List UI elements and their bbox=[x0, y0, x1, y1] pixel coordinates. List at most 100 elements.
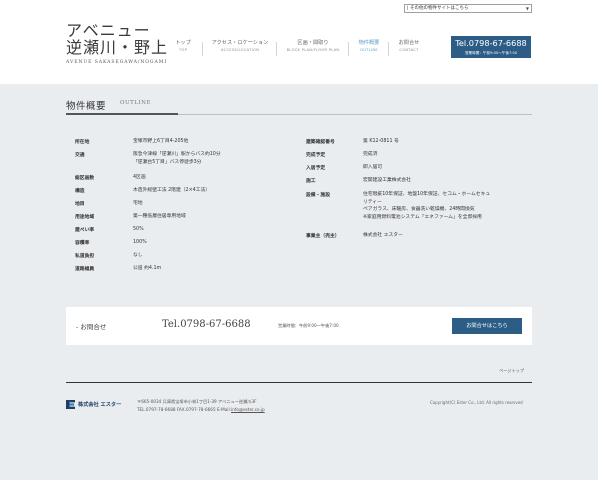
logo-subtitle: AVENUE SAKASEGAWA/NOGAMI bbox=[66, 60, 168, 65]
spec-label: 建築確認番号 bbox=[306, 140, 335, 145]
contact-button[interactable]: お問合せはこちら bbox=[452, 318, 522, 334]
site-header: アベニュー 逆瀬川・野上 AVENUE SAKASEGAWA/NOGAMI | … bbox=[0, 0, 598, 84]
spec-value-line: 「逆瀬台5丁目」バス停徒歩3分 bbox=[133, 159, 202, 165]
contact-hours: 営業時間：午前9:00〜午後7:00 bbox=[278, 323, 339, 328]
spec-label: 入居予定 bbox=[306, 166, 326, 171]
spec-value-line: 完成済 bbox=[363, 152, 378, 157]
spec-value-line: 宏関建設工業株式会社 bbox=[363, 178, 411, 183]
spec-value-line: 4区画 bbox=[133, 175, 146, 180]
logo-line-1: アベニュー bbox=[66, 21, 151, 40]
footer-telfax: TEL.0797-78-6688 FAX.0797-78-6665 E-Mail… bbox=[137, 406, 232, 412]
nav-item-sublabel: BLOCK PLAN/FLOOR PLAN bbox=[286, 48, 340, 52]
spec-value-line: 第 K12-0811 号 bbox=[363, 139, 399, 144]
footer-email-link[interactable]: info@ester.co.jp bbox=[231, 407, 265, 412]
spec-value: 第 K12-0811 号 bbox=[363, 138, 399, 146]
spec-value: 4区画 bbox=[133, 174, 146, 182]
footer-divider bbox=[66, 382, 532, 383]
spec-value-line: なし bbox=[133, 253, 143, 258]
nav-item-sublabel: OUTLINE bbox=[360, 48, 378, 52]
outline-section: 物件概要 OUTLINE 所在地 宝塚市野上6丁目4-205他 交通 阪急今津線… bbox=[66, 98, 532, 298]
spec-label: 事業主（売主） bbox=[306, 234, 340, 239]
nav-item-label: アクセス・ロケーション bbox=[211, 40, 269, 46]
spec-label: 構造 bbox=[75, 189, 85, 194]
nav-divider bbox=[276, 42, 277, 56]
spec-label: 建ぺい率 bbox=[75, 228, 95, 233]
spec-value: 宏関建設工業株式会社 bbox=[363, 177, 411, 185]
contact-bar: - お問合せ Tel.0798-67-6688 営業時間：午前9:00〜午後7:… bbox=[66, 307, 532, 345]
page-title-en: OUTLINE bbox=[120, 100, 151, 106]
title-divider-accent bbox=[66, 113, 178, 115]
spec-label: 地目 bbox=[75, 202, 85, 207]
chevron-down-icon: ▼ bbox=[525, 6, 529, 11]
spec-value: 完成済 bbox=[363, 151, 377, 159]
spec-label: 完成予定 bbox=[306, 153, 326, 158]
footer-address-block: 〒665-0034 兵庫県宝塚市小林1丁目1-39 アベニュー逆瀬川3F TEL… bbox=[137, 398, 265, 413]
page-title: 物件概要 bbox=[66, 101, 107, 112]
spec-value-line: 100% bbox=[133, 240, 147, 245]
nav-item-access[interactable]: アクセス・ロケーション ACCESS/LOCATION bbox=[206, 40, 274, 60]
nav-divider bbox=[202, 42, 203, 56]
spec-value-line: 第一種低層住居専用地域 bbox=[133, 214, 186, 219]
spec-value: 株式会社 エスター bbox=[363, 232, 403, 240]
spec-value-line: 公道 約4.1m bbox=[133, 266, 162, 271]
nav-item-label: 区画・間取り bbox=[297, 40, 329, 46]
spec-value: 50% bbox=[133, 226, 144, 234]
spec-value-line: 住宅瑕疵10年保証、地盤10年保証、セコム・ホームセキュ bbox=[363, 192, 491, 197]
site-logo[interactable]: アベニュー 逆瀬川・野上 bbox=[66, 22, 168, 56]
spec-value-line: 株式会社 エスター bbox=[363, 233, 403, 238]
header-tel-number: Tel.0798-67-6688 bbox=[455, 38, 527, 48]
spec-value: 公道 約4.1m bbox=[133, 265, 161, 273]
header-tel-box[interactable]: Tel.0798-67-6688 営業時間：午前9:00〜午後7:00 bbox=[451, 36, 531, 58]
header-tel-hours: 営業時間：午前9:00〜午後7:00 bbox=[464, 51, 518, 55]
spec-label: 容積率 bbox=[75, 241, 90, 246]
spec-value: 即入居可 bbox=[363, 164, 382, 172]
nav-item-outline[interactable]: 物件概要 OUTLINE bbox=[352, 40, 386, 60]
spec-label: 交通 bbox=[75, 153, 85, 158]
other-sites-select[interactable]: | その他の物件サイトはこちら ▼ bbox=[404, 4, 532, 13]
nav-item-sublabel: ACCESS/LOCATION bbox=[220, 48, 260, 52]
spec-label: 私道負担 bbox=[75, 254, 95, 259]
spec-value: 木造外総壁工法 2階建（2×4工法） bbox=[133, 187, 210, 195]
spec-value: 100% bbox=[133, 239, 147, 247]
spec-value-line: リティー bbox=[363, 199, 382, 205]
spec-value: 宅地 bbox=[133, 200, 143, 208]
nav-item-label: トップ bbox=[175, 40, 191, 46]
spec-value-line: 即入居可 bbox=[363, 165, 383, 170]
nav-divider bbox=[388, 42, 389, 56]
spec-value-line: 50% bbox=[133, 227, 144, 232]
nav-item-label: 物件概要 bbox=[358, 40, 380, 46]
spec-value-line: 木造外総壁工法 2階建（2×4工法） bbox=[133, 188, 211, 193]
spec-label: 設備・施設 bbox=[306, 193, 330, 198]
other-sites-select-label: | その他の物件サイトはこちら bbox=[407, 6, 469, 11]
spec-value: 阪急今津線「逆瀬川」駅からバス約10分 「逆瀬台5丁目」バス停徒歩3分 bbox=[133, 151, 221, 166]
copyright: Copyright(C) Ester Co., Ltd. All rights … bbox=[430, 400, 523, 405]
spec-value: 住宅瑕疵10年保証、地盤10年保証、セコム・ホームセキュ リティー ペアガラス、… bbox=[363, 191, 490, 221]
spec-label: 道路幅員 bbox=[75, 267, 95, 272]
nav-divider bbox=[348, 42, 349, 56]
spec-value-line: ペアガラス、床暖房、食器洗い乾燥機、24時間換気 bbox=[363, 207, 475, 212]
contact-tel[interactable]: Tel.0798-67-6688 bbox=[162, 319, 251, 330]
nav-item-plan[interactable]: 区画・間取り BLOCK PLAN/FLOOR PLAN bbox=[280, 40, 346, 60]
page-top-link[interactable]: ページトップ bbox=[499, 368, 524, 374]
spec-value-line: ※家庭用燃料電池システム「エネファーム」を全邸採用 bbox=[363, 214, 482, 220]
spec-value: 宝塚市野上6丁目4-205他 bbox=[133, 138, 188, 146]
footer-contact-line: TEL.0797-78-6688 FAX.0797-78-6665 E-Mail… bbox=[137, 406, 265, 414]
footer-company-name: 株式会社 エスター bbox=[78, 402, 122, 408]
contact-label: - お問合せ bbox=[76, 323, 107, 331]
nav-item-sublabel: CONTACT bbox=[399, 48, 419, 52]
nav-item-contact[interactable]: お問合せ CONTACT bbox=[392, 40, 426, 60]
spec-value: なし bbox=[133, 252, 143, 260]
spec-label: 施工 bbox=[306, 179, 316, 184]
spec-label: 用途地域 bbox=[75, 215, 95, 220]
nav-item-label: お問合せ bbox=[398, 40, 420, 46]
spec-value: 第一種低層住居専用地域 bbox=[133, 213, 186, 221]
spec-value-line: 宅地 bbox=[133, 201, 143, 206]
logo-line-2: 逆瀬川・野上 bbox=[66, 38, 169, 57]
nav-item-top[interactable]: トップ TOP bbox=[166, 40, 200, 60]
spec-label: 所在地 bbox=[75, 140, 90, 145]
spec-value-line: 宝塚市野上6丁目4-205他 bbox=[133, 139, 189, 144]
nav-item-sublabel: TOP bbox=[178, 48, 188, 52]
spec-value-line: 阪急今津線「逆瀬川」駅からバス約10分 bbox=[133, 152, 221, 157]
spec-label: 総区画数 bbox=[75, 176, 95, 181]
footer-address: 〒665-0034 兵庫県宝塚市小林1丁目1-39 アベニュー逆瀬川3F bbox=[137, 399, 257, 404]
